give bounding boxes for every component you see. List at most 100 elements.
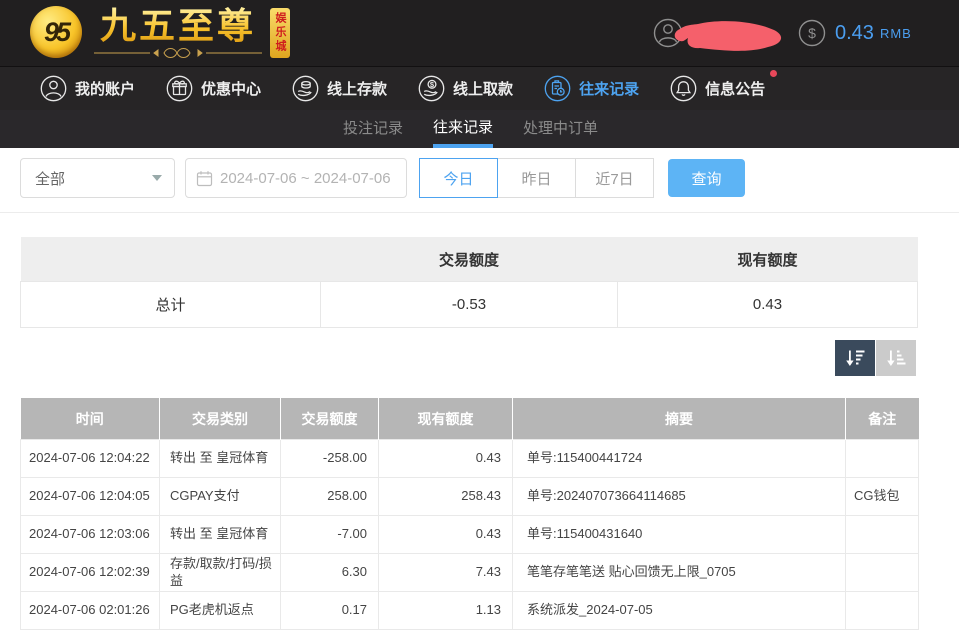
tab-bet-records[interactable]: 投注记录 (343, 110, 403, 148)
cell-time: 2024-07-06 12:04:22 (21, 440, 160, 478)
nav-item-withdraw[interactable]: $ 线上取款 (418, 75, 513, 102)
cell-amount: 258.00 (281, 478, 379, 516)
page: 95 九五至尊 娱乐城 (0, 0, 959, 630)
table-row: 2024-07-06 02:01:26 PG老虎机返点 0.17 1.13 系统… (21, 592, 919, 630)
username-redaction-scribble (670, 17, 788, 53)
type-select[interactable]: 全部 (20, 158, 175, 198)
records-header-row: 时间 交易类别 交易额度 现有额度 摘要 备注 (21, 398, 919, 440)
sort-asc-icon (885, 349, 907, 368)
balance-amount: 0.43 (835, 22, 874, 45)
summary-total-row: 总计 -0.53 0.43 (21, 282, 918, 328)
cell-type: CGPAY支付 (160, 478, 281, 516)
cell-balance: 0.43 (379, 516, 513, 554)
balance-display[interactable]: $ 0.43 RMB (798, 19, 912, 47)
nav-label: 优惠中心 (201, 78, 261, 99)
user-account-area[interactable] (648, 0, 798, 66)
top-header: 95 九五至尊 娱乐城 (0, 0, 959, 66)
table-row: 2024-07-06 12:03:06 转出 至 皇冠体育 -7.00 0.43… (21, 516, 919, 554)
today-button[interactable]: 今日 (419, 158, 498, 198)
brand-logo[interactable]: 95 九五至尊 娱乐城 (30, 6, 290, 59)
sort-toolbar (835, 340, 916, 376)
cell-type: 存款/取款/打码/损益 (160, 554, 281, 592)
col-note: 备注 (846, 398, 919, 440)
deposit-icon (292, 75, 319, 102)
tab-pending-orders[interactable]: 处理中订单 (523, 110, 598, 148)
bell-icon (670, 75, 697, 102)
nav-label: 往来记录 (579, 78, 639, 99)
cell-note (846, 440, 919, 478)
cell-amount: 6.30 (281, 554, 379, 592)
type-select-value: 全部 (35, 168, 65, 189)
cell-note (846, 592, 919, 630)
cell-balance: 258.43 (379, 478, 513, 516)
logo-title: 九五至尊 (100, 6, 256, 46)
search-button[interactable]: 查询 (668, 159, 745, 197)
nav-label: 线上存款 (327, 78, 387, 99)
cell-time: 2024-07-06 12:03:06 (21, 516, 160, 554)
nav-item-my-account[interactable]: 我的账户 (40, 75, 135, 102)
subtab-bar: 投注记录 往来记录 处理中订单 (0, 110, 959, 148)
cell-summary: 单号:115400431640 (513, 516, 846, 554)
summary-total-label: 总计 (21, 282, 321, 328)
cell-balance: 1.13 (379, 592, 513, 630)
col-summary: 摘要 (513, 398, 846, 440)
section-divider (0, 212, 959, 213)
nav-label: 我的账户 (75, 78, 135, 99)
sort-asc-button[interactable] (876, 340, 916, 376)
tab-transaction-records[interactable]: 往来记录 (433, 110, 493, 148)
nav-label: 信息公告 (705, 78, 765, 99)
nav-label: 线上取款 (453, 78, 513, 99)
cell-type: 转出 至 皇冠体育 (160, 440, 281, 478)
cell-summary: 笔笔存笔笔送 贴心回馈无上限_0705 (513, 554, 846, 592)
notification-dot (770, 70, 777, 77)
table-row: 2024-07-06 12:04:22 转出 至 皇冠体育 -258.00 0.… (21, 440, 919, 478)
quick-date-group: 今日 昨日 近7日 (419, 158, 654, 198)
cell-summary: 单号:202407073664114685 (513, 478, 846, 516)
nav-item-announcements[interactable]: 信息公告 (670, 75, 765, 102)
summary-header-row: 交易额度 现有额度 (21, 237, 918, 282)
table-row: 2024-07-06 12:04:05 CGPAY支付 258.00 258.4… (21, 478, 919, 516)
calendar-icon (196, 170, 213, 187)
header-right: $ 0.43 RMB (648, 0, 912, 66)
cell-amount: 0.17 (281, 592, 379, 630)
summary-header-current: 现有额度 (618, 237, 918, 282)
col-balance: 现有额度 (379, 398, 513, 440)
last7days-button[interactable]: 近7日 (575, 158, 654, 198)
summary-table: 交易额度 现有额度 总计 -0.53 0.43 (20, 237, 918, 328)
logo-flourish (92, 47, 264, 59)
summary-current-amount: 0.43 (618, 282, 918, 328)
nav-item-deposit[interactable]: 线上存款 (292, 75, 387, 102)
cell-time: 2024-07-06 02:01:26 (21, 592, 160, 630)
nav-item-promotions[interactable]: 优惠中心 (166, 75, 261, 102)
nav-item-transaction-records[interactable]: 往来记录 (544, 75, 639, 102)
dollar-coin-icon: $ (798, 19, 826, 47)
balance-currency: RMB (880, 26, 912, 41)
yesterday-button[interactable]: 昨日 (497, 158, 576, 198)
summary-header-empty (21, 237, 321, 282)
cell-balance: 0.43 (379, 440, 513, 478)
cell-amount: -258.00 (281, 440, 379, 478)
col-amount: 交易额度 (281, 398, 379, 440)
filter-bar: 全部 2024-07-06 ~ 2024-07-06 今日 昨日 近7日 查询 (0, 158, 959, 198)
records-table: 时间 交易类别 交易额度 现有额度 摘要 备注 2024-07-06 12:04… (20, 398, 919, 630)
cell-amount: -7.00 (281, 516, 379, 554)
summary-header-transaction: 交易额度 (321, 237, 618, 282)
chevron-down-icon (152, 175, 162, 181)
records-icon (544, 75, 571, 102)
main-nav: 我的账户 优惠中心 线上存款 $ 线上取款 往来记录 信息公告 (0, 66, 959, 110)
col-time: 时间 (21, 398, 160, 440)
date-range-value: 2024-07-06 ~ 2024-07-06 (220, 170, 391, 187)
svg-text:$: $ (808, 25, 816, 41)
user-icon (40, 75, 67, 102)
cell-summary: 单号:115400441724 (513, 440, 846, 478)
logo-coin-icon: 95 (30, 6, 82, 58)
cell-balance: 7.43 (379, 554, 513, 592)
cell-time: 2024-07-06 12:02:39 (21, 554, 160, 592)
logo-badge: 娱乐城 (270, 8, 290, 58)
cell-note: CG钱包 (846, 478, 919, 516)
sort-desc-button[interactable] (835, 340, 875, 376)
date-range-input[interactable]: 2024-07-06 ~ 2024-07-06 (185, 158, 407, 198)
table-row: 2024-07-06 12:02:39 存款/取款/打码/损益 6.30 7.4… (21, 554, 919, 592)
logo-monogram: 95 (44, 17, 68, 48)
withdraw-icon: $ (418, 75, 445, 102)
